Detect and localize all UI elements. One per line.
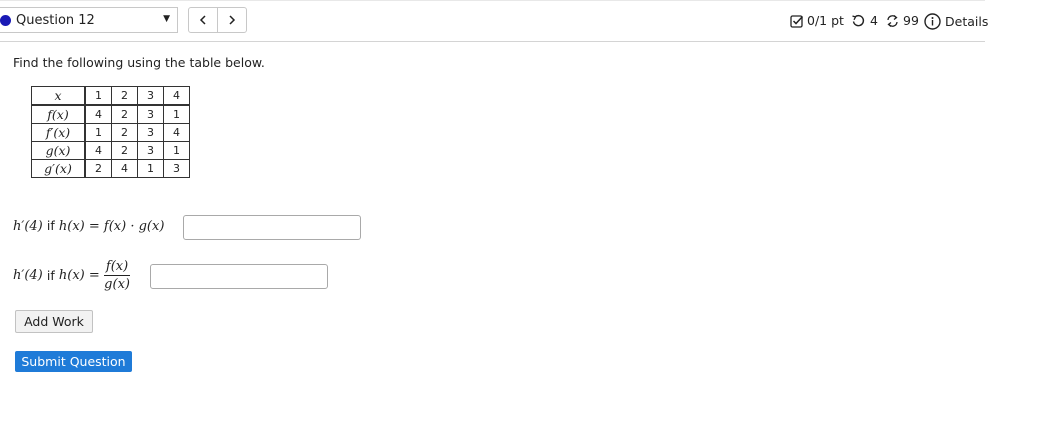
answer-input-2[interactable] [150,264,328,289]
add-work-button[interactable]: Add Work [15,310,93,333]
previous-question-button[interactable] [188,7,218,33]
question-1-text: h′(4) if h(x) = f(x) · g(x) [13,218,164,234]
values-table: x 1 2 3 4 f(x) 4 2 3 1 f′(x) 1 2 3 4 g(x) 4 2 3 1 g′(x) 2 4 1 3 [31,86,190,178]
next-question-button[interactable] [217,7,247,33]
q2-rhs: h(x) = [58,268,100,283]
row-label: x [31,86,86,106]
row-label: g(x) [31,141,86,160]
table-cell: 1 [84,123,112,142]
fraction-numerator: f(x) [103,259,131,276]
table-cell: 2 [84,159,112,178]
checkbox-icon [790,14,804,28]
table-cell: 3 [137,86,164,106]
details-label: Details [945,14,989,29]
table-cell: 2 [111,104,138,124]
q1-if: if [46,218,55,233]
table-cell: 4 [163,123,190,142]
answer-input-1[interactable] [183,215,361,240]
table-cell: 3 [137,104,164,124]
table-cell: 1 [163,141,190,160]
retry-icon [852,14,865,26]
question-header: Question 12 ▼ 0/1 pt 4 99 Details [0,0,988,42]
table-row: g′(x) 2 4 1 3 [31,159,190,178]
table-row: f′(x) 1 2 3 4 [31,123,190,142]
table-cell: 1 [163,104,190,124]
question-status-dot [0,15,11,26]
table-cell: 3 [137,141,164,160]
submit-question-button[interactable]: Submit Question [15,351,132,372]
table-cell: 2 [111,123,138,142]
score-text: 0/1 pt [807,13,844,28]
table-row: x1234 [31,86,190,106]
table-cell: 4 [111,159,138,178]
submissions-count: 99 [903,13,919,28]
caret-down-icon: ▼ [163,14,170,24]
table-row: g(x) 4 2 3 1 [31,141,190,160]
row-label: g′(x) [31,159,86,178]
table-cell: 4 [84,104,112,124]
chevron-left-icon [199,15,206,25]
table-cell: 4 [163,86,190,106]
row-label: f(x) [31,104,86,124]
table-cell: 2 [111,141,138,160]
table-cell: 1 [137,159,164,178]
q2-lhs: h′(4) [13,268,43,283]
table-cell: 3 [163,159,190,178]
q2-if: if [46,268,55,283]
retries-count: 4 [870,13,878,28]
table-row: f(x) 4 2 3 1 [31,104,190,124]
question-2-text: h′(4) if h(x) = f(x) g(x) [13,259,131,292]
table-cell: 4 [84,141,112,160]
row-label: f′(x) [31,123,86,142]
info-icon [924,13,941,30]
table-cell: 2 [111,86,138,106]
fraction-denominator: g(x) [104,277,130,292]
refresh-icon [887,14,898,27]
details-link[interactable]: Details [924,13,988,30]
submissions-indicator: 99 [885,13,919,28]
fraction: f(x) g(x) [103,259,131,292]
question-selector[interactable]: Question 12 ▼ [0,7,178,33]
score-indicator: 0/1 pt [790,13,844,28]
table-cell: 3 [137,123,164,142]
table-cell: 1 [84,86,112,106]
question-label: Question 12 [16,13,95,28]
q1-rhs: h(x) = f(x) · g(x) [58,219,165,234]
q1-lhs: h′(4) [13,219,43,234]
question-prompt: Find the following using the table below… [13,55,265,70]
retries-indicator: 4 [851,13,878,28]
chevron-right-icon [229,15,236,25]
